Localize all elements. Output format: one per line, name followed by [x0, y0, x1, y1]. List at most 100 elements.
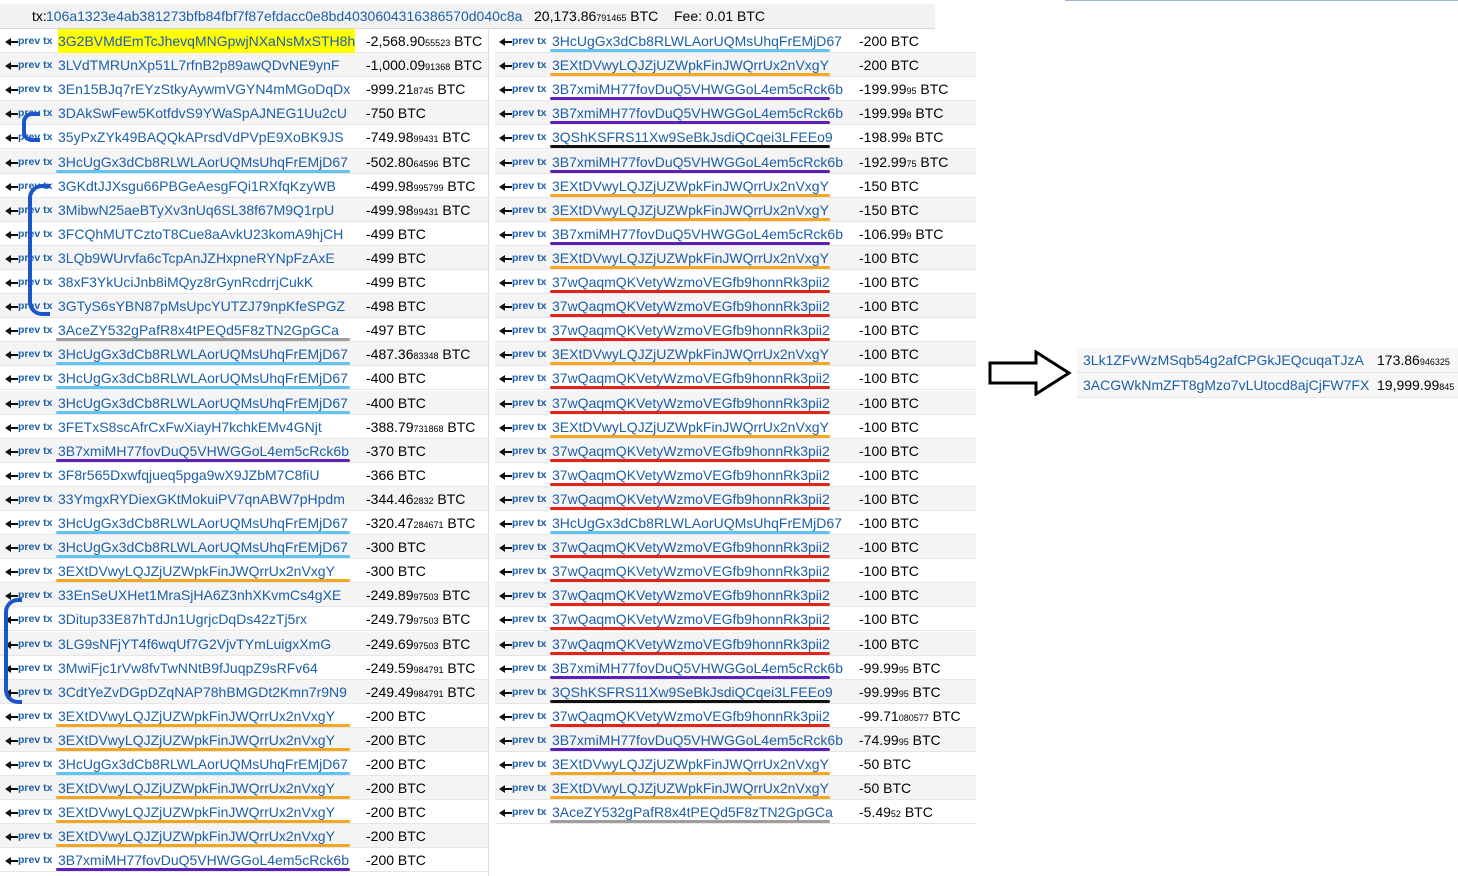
- input-amount: -100 BTC: [859, 539, 919, 556]
- prev-tx-link[interactable]: prev tx: [498, 607, 546, 631]
- tx-hash-link[interactable]: 106a1323e4ab381273bfb84fbf7f87efdacc0e8b…: [46, 4, 522, 28]
- prev-tx-link[interactable]: prev tx: [498, 318, 546, 342]
- prev-tx-link[interactable]: prev tx: [498, 222, 546, 246]
- input-address-link[interactable]: 3DAkSwFew5KotfdvS9YWaSpAJNEG1Uu2cU: [58, 101, 347, 125]
- annotation-underline-red: [550, 482, 830, 486]
- prev-tx-link[interactable]: prev tx: [498, 342, 546, 366]
- column-divider: [488, 29, 489, 876]
- prev-tx-link[interactable]: prev tx: [4, 463, 52, 487]
- prev-tx-link[interactable]: prev tx: [498, 656, 546, 680]
- input-row: prev tx 3EXtDVwyLQJZjUZWpkFinJWQrrUx2nVxg…: [495, 53, 976, 78]
- prev-tx-link[interactable]: prev tx: [4, 704, 52, 728]
- prev-tx-link[interactable]: prev tx: [498, 728, 546, 752]
- prev-tx-link[interactable]: prev tx: [498, 704, 546, 728]
- prev-tx-link[interactable]: prev tx: [498, 680, 546, 704]
- left-arrow-icon: [498, 150, 512, 174]
- prev-tx-link[interactable]: prev tx: [4, 776, 52, 800]
- prev-tx-link[interactable]: prev tx: [498, 415, 546, 439]
- prev-tx-link[interactable]: prev tx: [498, 559, 546, 583]
- left-arrow-icon: [4, 222, 18, 246]
- input-address-link[interactable]: 3LG9sNFjYT4f6wqUf7G2VjvTYmLuigxXmG: [58, 632, 331, 656]
- prev-tx-link[interactable]: prev tx: [498, 29, 546, 53]
- input-address-link[interactable]: 3GTyS6sYBN87pMsUpcYUTZJ79npKfeSPGZ: [58, 294, 345, 318]
- prev-tx-link[interactable]: prev tx: [498, 53, 546, 77]
- prev-tx-link[interactable]: prev tx: [498, 583, 546, 607]
- input-amount: -487.3683348 BTC: [366, 346, 471, 363]
- prev-tx-link[interactable]: prev tx: [498, 101, 546, 125]
- input-row: prev tx 37wQaqmQKVetyWzmoVEGfb9honnRk3pii…: [495, 607, 976, 632]
- input-address-link[interactable]: 3FCQhMUTCztoT8Cue8aAvkU23komA9hjCH: [58, 222, 343, 246]
- output-address-link[interactable]: 3ACGWkNmZFT8gMzo7vLUtocd8ajCjFW7FX: [1083, 373, 1369, 397]
- prev-tx-link[interactable]: prev tx: [498, 366, 546, 390]
- input-row: prev tx 3HcUgGx3dCb8RLWLAorUQMsUhqFrEMjD6…: [495, 29, 976, 53]
- prev-tx-link[interactable]: prev tx: [498, 632, 546, 656]
- input-address-link[interactable]: 3MwiFjc1rVw8fvTwNNtB9fJuqpZ9sRFv64: [58, 656, 318, 680]
- input-address-link[interactable]: 3Ditup33E87hTdJn1UgrjcDqDs42zTj5rx: [58, 607, 307, 631]
- prev-tx-link[interactable]: prev tx: [4, 150, 52, 174]
- prev-tx-link[interactable]: prev tx: [498, 150, 546, 174]
- prev-tx-link[interactable]: prev tx: [4, 559, 52, 583]
- input-address-link[interactable]: 33YmgxRYDiexGKtMokuiPV7qnABW7pHpdm: [58, 487, 345, 511]
- left-arrow-icon: [4, 752, 18, 776]
- left-arrow-icon: [4, 487, 18, 511]
- prev-tx-link[interactable]: prev tx: [498, 463, 546, 487]
- prev-tx-link[interactable]: prev tx: [4, 511, 52, 535]
- prev-tx-link[interactable]: prev tx: [4, 728, 52, 752]
- prev-tx-link[interactable]: prev tx: [4, 53, 52, 77]
- input-amount: -199.9995 BTC: [859, 81, 949, 98]
- input-address-link[interactable]: 3CdtYeZvDGpDZqNAP78hBMGDt2Kmn7r9N9: [58, 680, 347, 704]
- input-address-link[interactable]: 3FETxS8scAfrCxFwXiayH7kchkEMv4GNjt: [58, 415, 322, 439]
- prev-tx-link[interactable]: prev tx: [4, 752, 52, 776]
- left-arrow-icon: [4, 366, 18, 390]
- output-row: 3Lk1ZFvWzMSqb54g2afCPGkJEQcuqaTJzA 173.8…: [1077, 348, 1458, 373]
- input-address-link[interactable]: 3LVdTMRUnXp51L7rfnB2p89awQDvNE9ynF: [58, 53, 339, 77]
- input-address-link[interactable]: 3G2BVMdEmTcJhevqMNGpwjNXaNsMxSTH8h: [58, 29, 356, 53]
- input-address-link[interactable]: 3MibwN25aeBTyXv3nUq6SL38f67M9Q1rpU: [58, 198, 334, 222]
- left-arrow-icon: [4, 53, 18, 77]
- prev-tx-link[interactable]: prev tx: [498, 77, 546, 101]
- prev-tx-link[interactable]: prev tx: [498, 487, 546, 511]
- input-address-link[interactable]: 3En15BJq7rEYzStkyAywmVGYN4mMGoDqDx: [58, 77, 350, 101]
- prev-tx-link[interactable]: prev tx: [4, 487, 52, 511]
- prev-tx-link[interactable]: prev tx: [498, 800, 546, 824]
- input-address-link[interactable]: 33EnSeUXHet1MraSjHA6Z3nhXKvmCs4gXE: [58, 583, 341, 607]
- input-amount: -200 BTC: [366, 804, 426, 821]
- input-address-link[interactable]: 38xF3YkUciJnb8iMQyz8rGynRcdrrjCukK: [58, 270, 313, 294]
- prev-tx-link[interactable]: prev tx: [498, 270, 546, 294]
- prev-tx-link[interactable]: prev tx: [498, 511, 546, 535]
- prev-tx-link[interactable]: prev tx: [4, 848, 52, 872]
- left-arrow-icon: [498, 559, 512, 583]
- left-arrow-icon: [498, 391, 512, 415]
- prev-tx-link[interactable]: prev tx: [498, 776, 546, 800]
- prev-tx-link[interactable]: prev tx: [498, 752, 546, 776]
- input-address-link[interactable]: 35yPxZYk49BAQQkAPrsdVdPVpE9XoBK9JS: [58, 125, 344, 149]
- prev-tx-link[interactable]: prev tx: [4, 800, 52, 824]
- prev-tx-link[interactable]: prev tx: [4, 366, 52, 390]
- prev-tx-link[interactable]: prev tx: [498, 246, 546, 270]
- input-address-link[interactable]: 3F8r565Dxwfqjueq5pga9wX9JZbM7C8fiU: [58, 463, 319, 487]
- prev-tx-link[interactable]: prev tx: [4, 439, 52, 463]
- prev-tx-link[interactable]: prev tx: [498, 439, 546, 463]
- input-address-link[interactable]: 3LQb9WUrvfa6cTcpAnJZHxpneRYNpFzAxE: [58, 246, 335, 270]
- annotation-underline-lightblue: [550, 531, 830, 534]
- output-address-link[interactable]: 3Lk1ZFvWzMSqb54g2afCPGkJEQcuqaTJzA: [1083, 348, 1364, 372]
- prev-tx-link[interactable]: prev tx: [4, 318, 52, 342]
- prev-tx-link[interactable]: prev tx: [498, 125, 546, 149]
- annotation-underline-lightblue: [550, 49, 830, 52]
- prev-tx-link[interactable]: prev tx: [4, 342, 52, 366]
- prev-tx-link[interactable]: prev tx: [498, 174, 546, 198]
- prev-tx-link[interactable]: prev tx: [4, 77, 52, 101]
- prev-tx-link[interactable]: prev tx: [4, 824, 52, 848]
- input-amount: -100 BTC: [859, 611, 919, 628]
- prev-tx-link[interactable]: prev tx: [4, 391, 52, 415]
- prev-tx-link[interactable]: prev tx: [4, 29, 52, 53]
- input-amount: -400 BTC: [366, 370, 426, 387]
- prev-tx-link[interactable]: prev tx: [498, 198, 546, 222]
- input-row: prev tx 35yPxZYk49BAQQkAPrsdVdPVpE9XoBK9J…: [0, 125, 488, 150]
- prev-tx-link[interactable]: prev tx: [498, 391, 546, 415]
- prev-tx-link[interactable]: prev tx: [4, 415, 52, 439]
- input-address-link[interactable]: 3GKdtJJXsgu66PBGeAesgFQi1RXfqKzyWB: [58, 174, 336, 198]
- prev-tx-link[interactable]: prev tx: [4, 535, 52, 559]
- prev-tx-link[interactable]: prev tx: [498, 294, 546, 318]
- prev-tx-link[interactable]: prev tx: [498, 535, 546, 559]
